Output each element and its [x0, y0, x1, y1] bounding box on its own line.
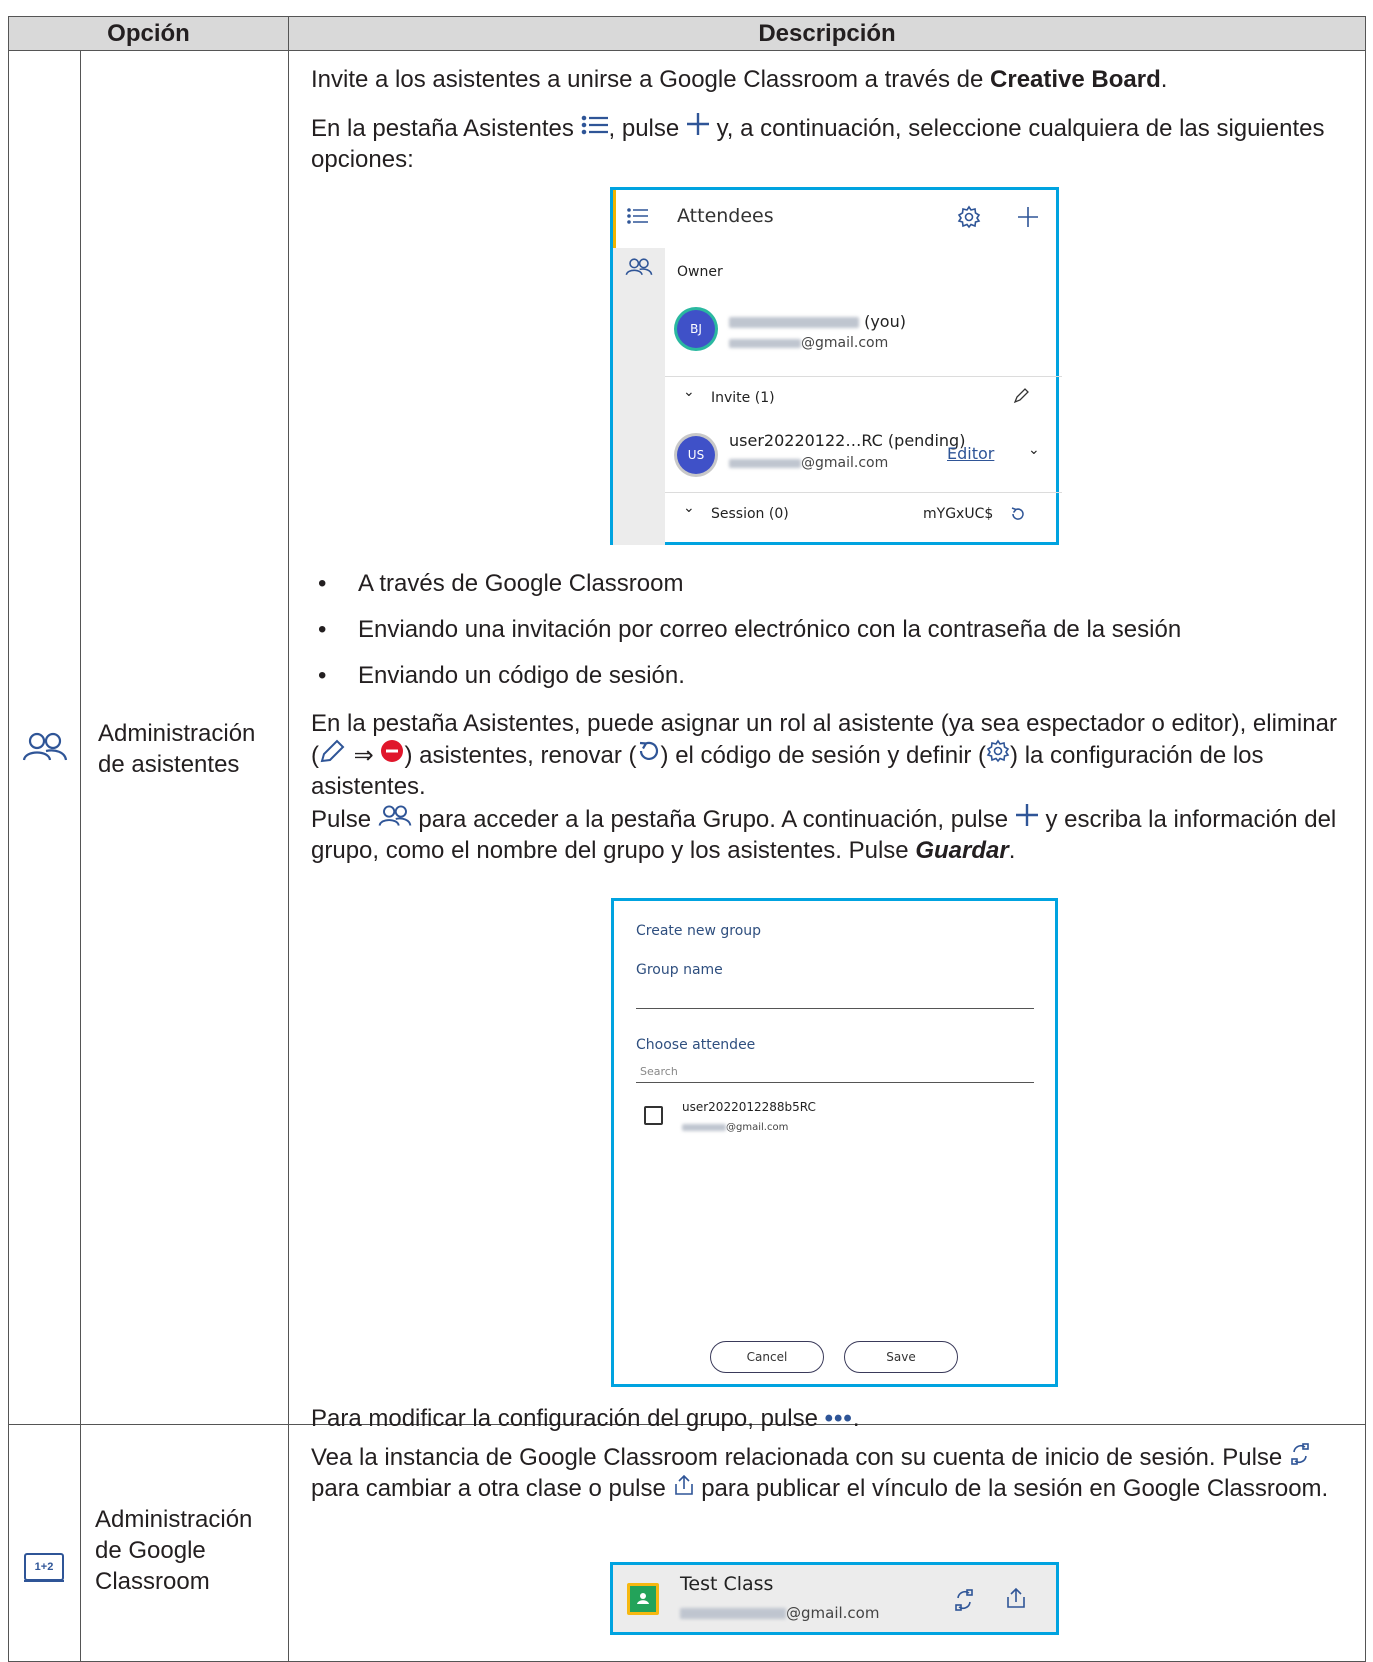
row2-option-label: Administración de Google Classroom [95, 1506, 253, 1595]
create-group-title: Create new group [636, 923, 762, 939]
paragraph-invite: Invite a los asistentes a unirse a Googl… [311, 66, 1168, 93]
bullet-2-text: Enviando una invitación por correo elect… [358, 616, 1182, 643]
bullet-3-text: Enviando un código de sesión. [358, 662, 685, 689]
pencil-icon [320, 739, 345, 763]
attendees-panel-screenshot: Attendees Owner BJ (you) @gmail.com ⌄ In… [610, 187, 1062, 545]
settings-icon [986, 739, 1010, 763]
class-name: Test Class [680, 1573, 774, 1595]
bullet-1-text: A través de Google Classroom [358, 570, 684, 597]
paragraph-tab-options: En la pestaña Asistentes , pulse y, a co… [311, 112, 1351, 175]
attendee-email: @gmail.com [682, 1122, 788, 1133]
role-chevron-icon[interactable]: ⌄ [1028, 442, 1040, 458]
row1-option-label: Administración de asistentes [98, 720, 256, 778]
class-email: @gmail.com [680, 1604, 879, 1622]
gear-icon[interactable] [957, 205, 981, 229]
class-bar-screenshot: Test Class @gmail.com [610, 1562, 1059, 1635]
invite-label: Invite (1) [711, 390, 775, 406]
session-chevron-icon[interactable]: ⌄ [683, 500, 695, 516]
share-button-icon[interactable] [1005, 1587, 1027, 1609]
attendee-name: user2022012288b5RC [682, 1100, 816, 1114]
user-email: @gmail.com [729, 455, 888, 471]
user-name: user20220122…RC (pending) [729, 431, 966, 450]
invite-chevron-icon[interactable]: ⌄ [683, 384, 695, 400]
bullet-2: • [318, 616, 327, 643]
session-label: Session (0) [711, 506, 789, 522]
list-icon [581, 115, 608, 135]
paragraph-roles: En la pestaña Asistentes, puede asignar … [311, 710, 1337, 800]
session-code: mYGxUC$ [923, 506, 994, 522]
switch-class-icon [1291, 1443, 1309, 1465]
bullet-1: • [318, 570, 327, 597]
plus-icon [686, 113, 709, 135]
create-group-screenshot: Create new group Group name Choose atten… [611, 898, 1058, 1387]
edit-pencil-icon[interactable] [1013, 388, 1029, 404]
user-avatar: US [677, 436, 715, 474]
refresh-icon[interactable] [1010, 506, 1026, 522]
header-option: Opción [7, 16, 290, 51]
people-icon [22, 732, 68, 761]
owner-email: @gmail.com [729, 335, 888, 351]
paragraph-group: Pulse para acceder a la pestaña Grupo. A… [311, 803, 1351, 866]
paragraph-classroom: Vea la instancia de Google Classroom rel… [311, 1443, 1329, 1502]
add-icon[interactable] [1017, 206, 1039, 228]
share-icon [674, 1474, 693, 1495]
header-description: Descripción [288, 16, 1367, 51]
search-input[interactable]: Search [640, 1065, 678, 1078]
bullet-3: • [318, 662, 327, 689]
owner-name: (you) [729, 312, 906, 331]
owner-avatar: BJ [677, 310, 715, 348]
group-name-label: Group name [636, 962, 723, 978]
group-name-input[interactable] [636, 1008, 1034, 1009]
group-tab-icon[interactable] [625, 258, 653, 276]
group-icon [378, 805, 412, 826]
save-button[interactable]: Save [844, 1341, 958, 1373]
attendee-checkbox[interactable] [644, 1106, 663, 1125]
row2-icon-cell [8, 1424, 81, 1662]
delete-icon [381, 740, 404, 762]
renew-icon [639, 741, 658, 760]
paragraph-modify: Para modificar la configuración del grup… [311, 1405, 860, 1432]
role-dropdown[interactable]: Editor [947, 444, 994, 463]
attendees-title: Attendees [677, 205, 774, 227]
owner-label: Owner [677, 264, 723, 280]
more-icon: ••• [824, 1405, 853, 1432]
choose-attendee-label: Choose attendee [636, 1037, 756, 1053]
attendees-list-icon[interactable] [627, 208, 649, 224]
classroom-board-icon: 1+2 [24, 1553, 64, 1581]
cancel-button[interactable]: Cancel [710, 1341, 824, 1373]
google-classroom-logo [627, 1583, 659, 1615]
plus-icon-2 [1015, 804, 1038, 826]
switch-class-button-icon[interactable] [953, 1589, 975, 1611]
